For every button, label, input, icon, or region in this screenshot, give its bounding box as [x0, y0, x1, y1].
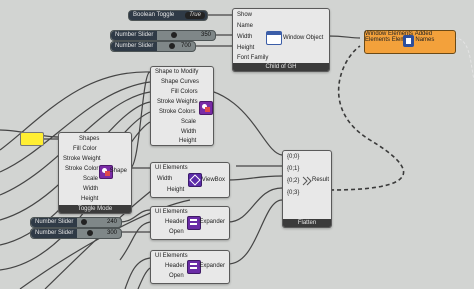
shape-modify-node[interactable]: Shape to Modify Shape Curves Fill Colors…: [150, 66, 214, 146]
slider-value: 700: [180, 43, 191, 49]
slider-value: 350: [200, 32, 211, 38]
wire: [327, 35, 361, 39]
add-elements-node[interactable]: Window Elements Added Elements Element N…: [364, 30, 456, 54]
input-scale: Scale: [83, 176, 99, 182]
expander-node-2[interactable]: UI Elements Header Open Expander: [150, 250, 230, 284]
input-width: Width: [237, 34, 253, 40]
input-open: Open: [169, 229, 184, 235]
input-ui-elements: UI Elements: [155, 165, 188, 171]
output-expander: Expander: [199, 263, 225, 269]
flatten-node[interactable]: {0;0} {0;1} {0;2} {0;3} Result Flatten: [282, 150, 332, 228]
expander-node-1[interactable]: UI Elements Header Open Expander: [150, 206, 230, 240]
input-stroke-colors: Stroke Colors: [159, 109, 196, 115]
slider-value: 240: [106, 219, 117, 225]
number-slider-height[interactable]: Number Slider 700: [110, 41, 196, 52]
input-header: Header: [165, 219, 185, 225]
input-show: Show: [237, 12, 253, 18]
input-fill-color: Fill Color: [73, 146, 97, 152]
slider-label: Number Slider: [31, 229, 78, 238]
input-path-3: {0;3}: [287, 190, 300, 196]
toggle-label: Boolean Toggle: [133, 12, 175, 18]
input-path-1: {0;1}: [287, 166, 300, 172]
yellow-panel[interactable]: [20, 132, 44, 146]
shapes-node-footer: Toggle Mode: [59, 205, 131, 213]
grasshopper-canvas[interactable]: Boolean Toggle True Number Slider 350 Nu…: [0, 0, 474, 289]
input-stroke-color: Stroke Color: [65, 166, 99, 172]
input-stroke-weight: Stroke Weight: [63, 156, 101, 162]
input-width: Width: [157, 176, 173, 182]
output-viewbox: ViewBox: [201, 177, 225, 183]
window-object-label: Window Object: [283, 35, 324, 41]
slider-label: Number Slider: [111, 42, 158, 51]
input-height: Height: [237, 45, 255, 51]
input-name: Name: [237, 23, 254, 29]
slider-knob[interactable]: [169, 43, 175, 49]
shape-icon: [199, 101, 213, 115]
input-ui-elements: UI Elements: [155, 253, 188, 259]
input-scale: Scale: [181, 119, 197, 125]
window-node-footer: Child of GH: [233, 63, 329, 71]
slider-knob[interactable]: [81, 219, 87, 225]
input-font-family: Font Family: [237, 55, 269, 61]
input-ui-elements: UI Elements: [155, 209, 188, 215]
slider-knob[interactable]: [87, 230, 93, 236]
number-slider-4[interactable]: Number Slider 300: [30, 228, 122, 239]
input-width: Width: [181, 129, 197, 135]
toggle-value[interactable]: True: [185, 12, 205, 19]
add-elements-icon: [403, 35, 414, 47]
viewbox-icon: [188, 173, 202, 187]
input-height: Height: [167, 187, 185, 193]
input-shape-to-modify: Shape to Modify: [155, 69, 199, 75]
output-result: Result: [311, 177, 329, 183]
input-shapes: Shapes: [79, 136, 100, 142]
input-header: Header: [165, 263, 185, 269]
number-slider-3[interactable]: Number Slider 240: [30, 217, 122, 228]
slider-label: Number Slider: [111, 31, 158, 40]
input-open: Open: [169, 273, 184, 279]
window-object-node[interactable]: Show Name Width Height Font Family Windo…: [232, 8, 330, 72]
flatten-icon: [302, 175, 312, 187]
flatten-node-footer: Flatten: [283, 219, 331, 227]
slider-knob[interactable]: [171, 32, 177, 38]
input-path-0: {0;0}: [287, 154, 300, 160]
input-stroke-weights: Stroke Weights: [157, 99, 198, 105]
shapes-node[interactable]: Shapes Fill Color Stroke Weight Stroke C…: [58, 132, 132, 214]
input-height: Height: [81, 196, 99, 202]
viewbox-node[interactable]: UI Elements Width Height ViewBox: [150, 162, 230, 198]
output-expander: Expander: [199, 219, 225, 225]
slider-value: 300: [106, 230, 117, 236]
number-slider-width[interactable]: Number Slider 350: [110, 30, 216, 41]
input-height: Height: [179, 138, 197, 144]
input-fill-colors: Fill Colors: [171, 89, 198, 95]
input-path-2: {0;2}: [287, 178, 300, 184]
boolean-toggle[interactable]: Boolean Toggle True: [128, 10, 208, 21]
slider-label: Number Slider: [31, 218, 78, 227]
window-icon: [266, 31, 282, 45]
input-shape-curves: Shape Curves: [161, 79, 200, 85]
input-width: Width: [83, 186, 99, 192]
output-shape: Shape: [109, 168, 127, 174]
